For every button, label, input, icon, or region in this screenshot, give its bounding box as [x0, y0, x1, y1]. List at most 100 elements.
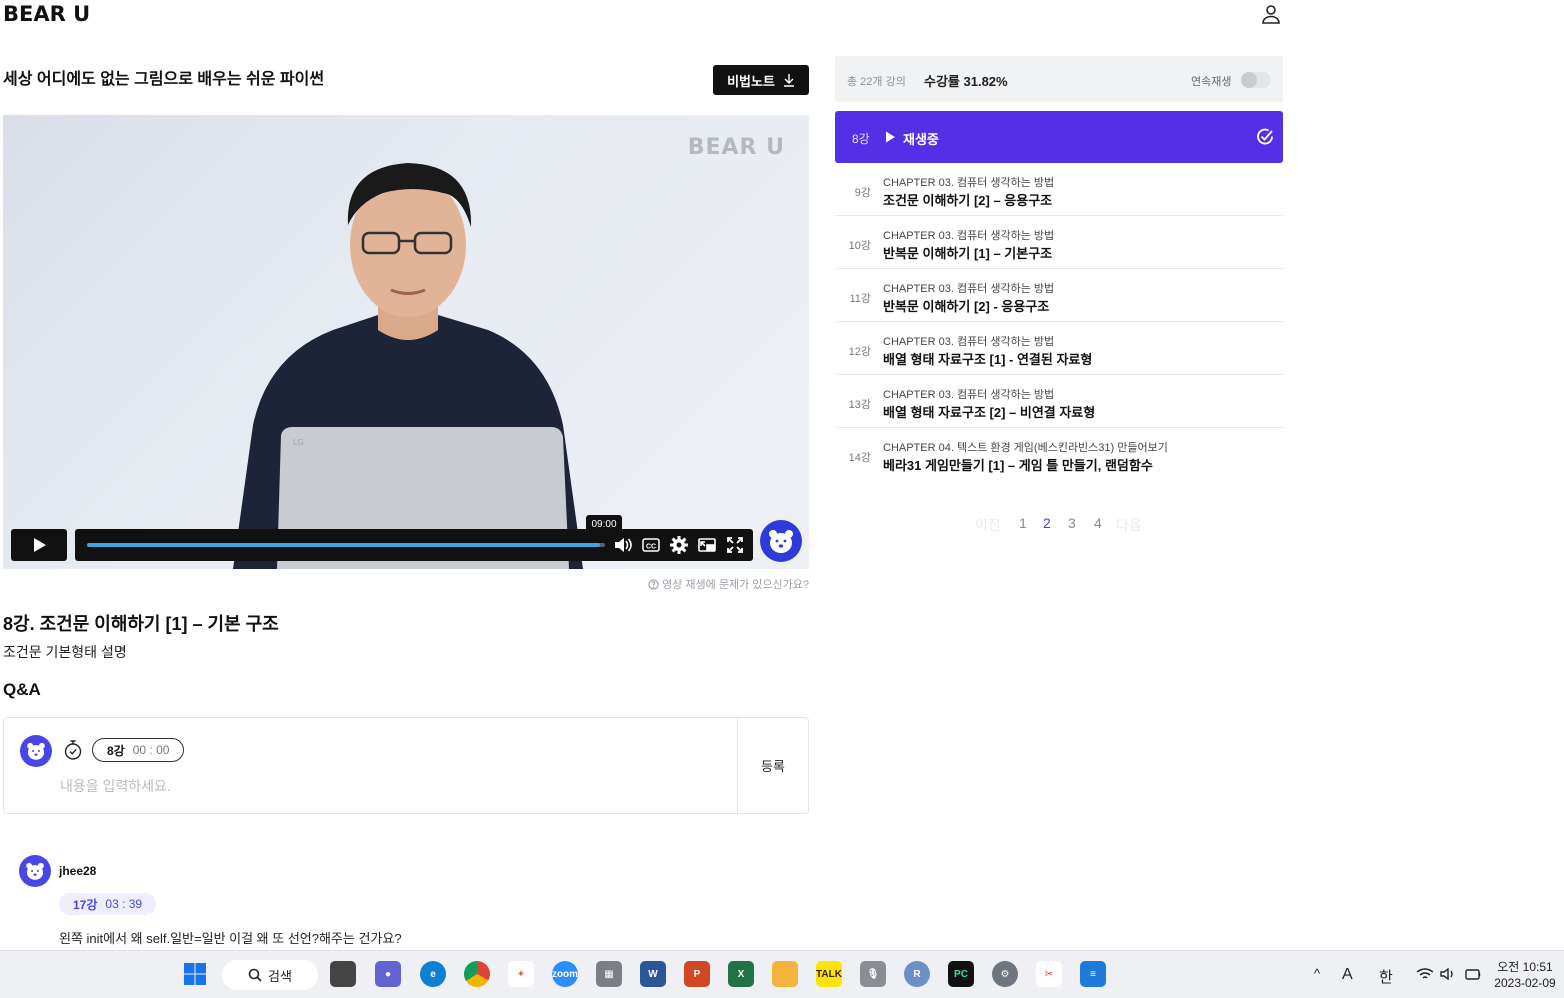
current-lesson-item[interactable]: 8강 재생중	[835, 111, 1283, 163]
completion-rate: 수강률 31.82%	[924, 74, 1008, 89]
autoplay-label: 연속재생	[1191, 76, 1232, 88]
lesson-title: 8강. 조건문 이해하기 [1] – 기본 구조	[3, 614, 279, 634]
pagination: 이전 1 2 3 4 다음	[975, 515, 1142, 535]
svg-text:CC: CC	[646, 544, 656, 551]
word-icon[interactable]: W	[640, 961, 666, 987]
qa-heading: Q&A	[3, 680, 41, 699]
lesson-list-item[interactable]: 9강 CHAPTER 03. 컴퓨터 생각하는 방법 조건문 이해하기 [2] – …	[835, 163, 1283, 216]
task-view-icon[interactable]	[330, 961, 356, 987]
ime-indicator[interactable]: 한	[1379, 966, 1393, 987]
lesson-chapter: CHAPTER 04. 텍스트 환경 게임(베스킨라빈스31) 만들어보기	[883, 442, 1168, 454]
microphone-app-icon[interactable]: 🎙	[860, 961, 886, 987]
volume-icon[interactable]	[613, 535, 633, 555]
page: BEAR U 세상 어디에도 없는 그림으로 배우는 쉬운 파이썬 비법노트 B…	[0, 0, 1564, 998]
lesson-name: 배열 형태 자료구조 [1] - 연결된 자료형	[883, 352, 1093, 367]
lesson-name: 배열 형태 자료구조 [2] – 비연결 자료형	[883, 405, 1096, 420]
play-icon	[34, 538, 46, 552]
timestamp-pill[interactable]: 8강 00 : 00	[92, 738, 185, 762]
pagination-page[interactable]: 1	[1019, 515, 1043, 535]
pycharm-icon[interactable]: PC	[948, 961, 974, 987]
taskbar-search-label: 검색	[268, 968, 292, 984]
r-app-icon[interactable]: R	[904, 961, 930, 987]
comment-timestamp-pill[interactable]: 17강 03 : 39	[59, 893, 157, 915]
course-status-bar: 총 22개 강의 수강률 31.82% 연속재생	[835, 56, 1283, 102]
user-icon[interactable]	[1259, 2, 1283, 26]
taskbar-clock[interactable]: 오전 10:51 2023-02-09	[1490, 959, 1560, 991]
comment-username: jhee28	[59, 864, 97, 878]
lesson-list-item[interactable]: 12강 CHAPTER 03. 컴퓨터 생각하는 방법 배열 형태 자료구조 [1]…	[835, 322, 1283, 375]
zoom-icon[interactable]: zoom	[552, 961, 578, 987]
settings-app-icon[interactable]: ⚙	[992, 961, 1018, 987]
lesson-number: 11강	[849, 293, 871, 305]
lesson-name: 반복문 이해하기 [1] – 기본구조	[883, 246, 1053, 261]
play-button[interactable]	[11, 529, 67, 561]
app-icon[interactable]: ✦	[508, 961, 534, 987]
lesson-list-item[interactable]: 10강 CHAPTER 03. 컴퓨터 생각하는 방법반복문 이해하기 [1] –…	[835, 216, 1283, 269]
timer-icon[interactable]	[62, 739, 84, 761]
clock-date: 2023-02-09	[1494, 976, 1556, 990]
lesson-number: 9강	[854, 187, 871, 199]
pagination-page[interactable]: 2	[1043, 515, 1068, 535]
powerpoint-icon[interactable]: P	[684, 961, 710, 987]
comment-timestamp-lecture: 17강	[73, 897, 98, 912]
excel-icon[interactable]: X	[728, 961, 754, 987]
lesson-chapter: CHAPTER 03. 컴퓨터 생각하는 방법	[883, 283, 1055, 295]
note-button-label: 비법노트	[727, 73, 775, 89]
progress-fill	[87, 543, 600, 547]
qa-form: 8강 00 : 00 등록	[3, 717, 809, 814]
lesson-chapter: CHAPTER 03. 컴퓨터 생각하는 방법	[883, 230, 1055, 242]
pagination-page[interactable]: 4	[1094, 515, 1116, 535]
chrome-icon[interactable]	[464, 961, 490, 987]
pagination-page[interactable]: 3	[1068, 515, 1094, 535]
picture-in-picture-icon[interactable]	[697, 535, 717, 555]
control-bar: CC	[75, 529, 753, 561]
battery-icon[interactable]	[1464, 967, 1482, 981]
lesson-number: 14강	[848, 452, 871, 464]
lesson-number: 10강	[848, 240, 871, 252]
lesson-name: 조건문 이해하기 [2] – 응용구조	[883, 193, 1053, 208]
lesson-description: 조건문 기본형태 설명	[3, 644, 127, 660]
progress-track[interactable]	[87, 543, 605, 547]
fullscreen-icon[interactable]	[725, 535, 745, 555]
qa-content-input[interactable]	[60, 776, 720, 796]
lesson-list-item[interactable]: 13강 CHAPTER 03. 컴퓨터 생각하는 방법 배열 형태 자료구조 [2]…	[835, 375, 1283, 428]
file-explorer-icon[interactable]	[772, 961, 798, 987]
taskbar-search[interactable]: 검색	[222, 960, 318, 990]
video-problem-text: 영상 재생에 문제가 있으신가요?	[662, 579, 809, 591]
comment-timestamp-time: 03 : 39	[105, 897, 143, 911]
windows-start-icon[interactable]	[182, 961, 208, 987]
lesson-list-item[interactable]: 14강 CHAPTER 04. 텍스트 환경 게임(베스킨라빈스31) 만들어보기…	[835, 428, 1283, 481]
edge-icon[interactable]: e	[420, 961, 446, 987]
wifi-icon[interactable]	[1416, 967, 1434, 981]
avatar	[20, 735, 52, 767]
note-download-button[interactable]: 비법노트	[713, 65, 809, 95]
calculator-icon[interactable]: ▦	[596, 961, 622, 987]
speaker-icon[interactable]	[1440, 967, 1456, 981]
notepad-icon[interactable]: ≡	[1080, 961, 1106, 987]
settings-icon[interactable]	[669, 535, 689, 555]
help-circle-icon	[648, 578, 659, 590]
chevron-up-icon[interactable]: ^	[1314, 966, 1320, 981]
autoplay-toggle[interactable]	[1241, 72, 1271, 88]
pagination-next[interactable]: 다음	[1116, 515, 1142, 535]
search-icon	[248, 968, 262, 982]
video-player[interactable]: BEAR U LG 09:00 CC	[3, 115, 809, 569]
current-lesson-status: 재생중	[903, 132, 939, 147]
teams-chat-icon[interactable]: ●	[375, 961, 401, 987]
kakaotalk-icon[interactable]: TALK	[816, 961, 842, 987]
lesson-list: 9강 CHAPTER 03. 컴퓨터 생각하는 방법 조건문 이해하기 [2] – …	[835, 163, 1283, 481]
lesson-number: 13강	[848, 399, 871, 411]
play-icon	[886, 131, 895, 143]
qa-submit-button[interactable]: 등록	[738, 718, 808, 813]
current-lesson-number: 8강	[852, 132, 870, 146]
bear-logo-icon	[760, 520, 802, 562]
captions-icon[interactable]: CC	[641, 535, 661, 555]
logo[interactable]: BEAR U	[3, 2, 90, 26]
taskbar: 검색 ● e ✦ zoom ▦ W P X TALK 🎙 R PC ⚙ ✂ ≡ …	[0, 950, 1564, 998]
pagination-prev[interactable]: 이전	[975, 515, 1019, 535]
instructor-image: LG	[233, 163, 583, 569]
lesson-list-item[interactable]: 11강 CHAPTER 03. 컴퓨터 생각하는 방법 반복문 이해하기 [2] -…	[835, 269, 1283, 322]
tray-font-indicator[interactable]: A	[1342, 966, 1353, 984]
snipping-tool-icon[interactable]: ✂	[1036, 961, 1062, 987]
video-problem-link[interactable]: 영상 재생에 문제가 있으신가요?	[648, 576, 809, 592]
